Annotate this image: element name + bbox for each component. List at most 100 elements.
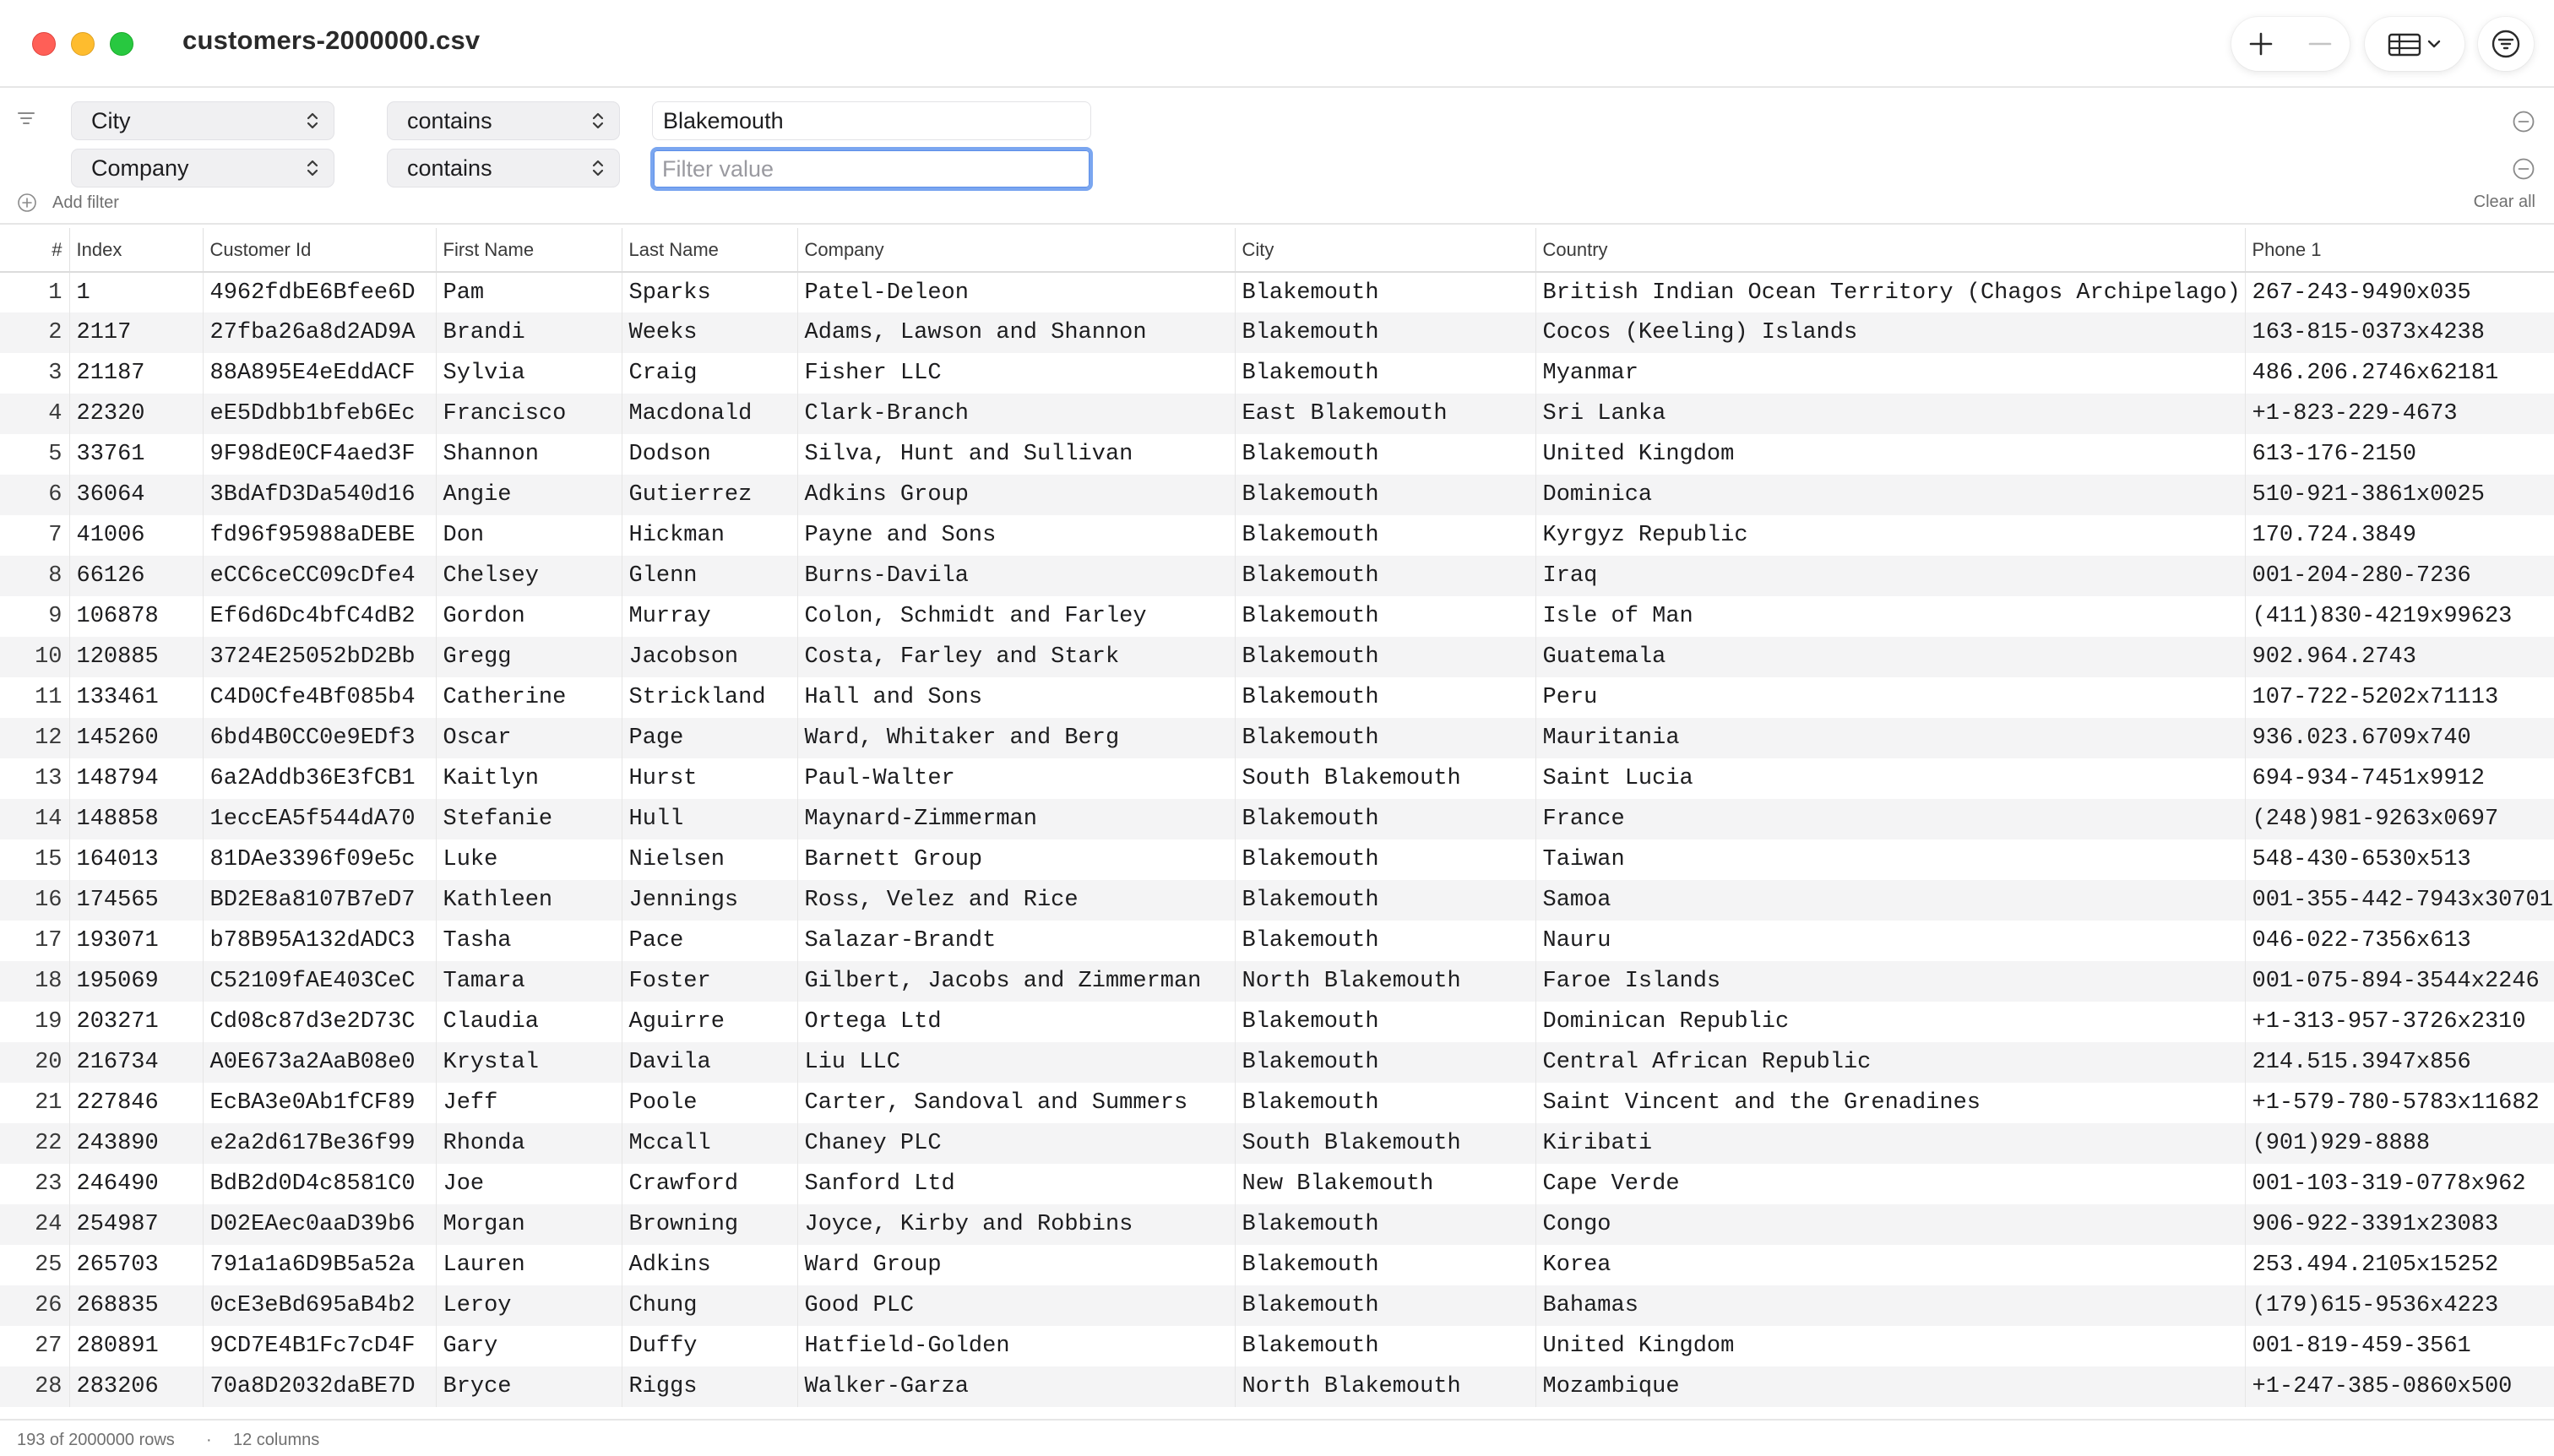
table-cell[interactable]: Bahamas <box>1535 1285 2246 1326</box>
table-cell[interactable]: Sparks <box>622 272 798 312</box>
table-cell[interactable]: Burns-Davila <box>797 556 1236 596</box>
table-cell[interactable]: Faroe Islands <box>1535 961 2246 1002</box>
filter-value-input[interactable] <box>652 101 1091 140</box>
table-cell[interactable]: 791a1a6D9B5a52a <box>203 1245 437 1285</box>
table-cell[interactable]: 9F98dE0CF4aed3F <box>203 434 437 475</box>
table-cell[interactable]: Chung <box>622 1285 798 1326</box>
table-cell[interactable]: Nauru <box>1535 921 2246 961</box>
table-cell[interactable]: C4D0Cfe4Bf085b4 <box>203 677 437 718</box>
filter-field-select[interactable]: Company <box>71 149 334 187</box>
table-cell[interactable]: North Blakemouth <box>1235 961 1536 1002</box>
table-cell[interactable]: Costa, Farley and Stark <box>797 637 1236 677</box>
table-row[interactable]: 27 280891 9CD7E4B1Fc7cD4F Gary Duffy Hatfield… <box>0 1326 2554 1366</box>
table-cell[interactable]: Blakemouth <box>1235 515 1536 556</box>
table-cell[interactable]: +1-313-957-3726x2310 <box>2245 1002 2554 1042</box>
table-cell[interactable]: Krystal <box>436 1042 622 1083</box>
table-cell[interactable]: Francisco <box>436 394 622 434</box>
table-cell[interactable]: Don <box>436 515 622 556</box>
table-cell[interactable]: 170.724.3849 <box>2245 515 2554 556</box>
table-cell[interactable]: Ef6d6Dc4bfC4dB2 <box>203 596 437 637</box>
table-cell[interactable]: 694-934-7451x9912 <box>2245 758 2554 799</box>
row-number[interactable]: 7 <box>0 515 70 556</box>
table-cell[interactable]: Blakemouth <box>1235 1245 1536 1285</box>
table-cell[interactable]: East Blakemouth <box>1235 394 1536 434</box>
table-row[interactable]: 2 2117 27fba26a8d2AD9A Brandi Weeks Adams, La… <box>0 312 2554 353</box>
table-cell[interactable]: Bryce <box>436 1366 622 1407</box>
table-cell[interactable]: Adkins Group <box>797 475 1236 515</box>
table-cell[interactable]: Payne and Sons <box>797 515 1236 556</box>
table-cell[interactable]: 548-430-6530x513 <box>2245 839 2554 880</box>
table-cell[interactable]: 3724E25052bD2Bb <box>203 637 437 677</box>
table-cell[interactable]: Jeff <box>436 1083 622 1123</box>
table-cell[interactable]: Blakemouth <box>1235 921 1536 961</box>
table-cell[interactable]: Isle of Man <box>1535 596 2246 637</box>
table-cell[interactable]: Riggs <box>622 1366 798 1407</box>
remove-row-button[interactable] <box>2290 17 2350 71</box>
column-header[interactable]: # <box>0 228 70 273</box>
table-cell[interactable]: Dodson <box>622 434 798 475</box>
table-cell[interactable]: Taiwan <box>1535 839 2246 880</box>
column-header[interactable]: Country <box>1535 228 2246 273</box>
table-cell[interactable]: Brandi <box>436 312 622 353</box>
table-cell[interactable]: 001-103-319-0778x962 <box>2245 1164 2554 1204</box>
column-header[interactable]: Customer Id <box>203 228 437 273</box>
table-cell[interactable]: Poole <box>622 1083 798 1123</box>
table-cell[interactable]: Strickland <box>622 677 798 718</box>
table-cell[interactable]: Macdonald <box>622 394 798 434</box>
clear-all-button[interactable]: Clear all <box>2474 193 2535 212</box>
table-cell[interactable]: Blakemouth <box>1235 1326 1536 1366</box>
table-cell[interactable]: Jennings <box>622 880 798 921</box>
table-cell[interactable]: Fisher LLC <box>797 353 1236 394</box>
table-cell[interactable]: Dominica <box>1535 475 2246 515</box>
table-cell[interactable]: Blakemouth <box>1235 434 1536 475</box>
table-cell[interactable]: Claudia <box>436 1002 622 1042</box>
table-cell[interactable]: Tamara <box>436 961 622 1002</box>
table-cell[interactable]: Guatemala <box>1535 637 2246 677</box>
table-cell[interactable]: 33761 <box>69 434 204 475</box>
table-cell[interactable]: 66126 <box>69 556 204 596</box>
table-cell[interactable]: D02EAec0aaD39b6 <box>203 1204 437 1245</box>
table-cell[interactable]: Hall and Sons <box>797 677 1236 718</box>
table-cell[interactable]: Blakemouth <box>1235 556 1536 596</box>
table-cell[interactable]: Patel-Deleon <box>797 272 1236 312</box>
table-cell[interactable]: (248)981-9263x0697 <box>2245 799 2554 839</box>
table-cell[interactable]: Congo <box>1535 1204 2246 1245</box>
column-header[interactable]: City <box>1235 228 1536 273</box>
table-cell[interactable]: Oscar <box>436 718 622 758</box>
table-cell[interactable]: Kyrgyz Republic <box>1535 515 2246 556</box>
table-cell[interactable]: Ortega Ltd <box>797 1002 1236 1042</box>
table-row[interactable]: 23 246490 BdB2d0D4c8581C0 Joe Crawford Sanfor… <box>0 1164 2554 1204</box>
table-cell[interactable]: Clark-Branch <box>797 394 1236 434</box>
remove-filter-button[interactable] <box>2512 157 2535 185</box>
filter-operator-select[interactable]: contains <box>387 101 620 140</box>
table-cell[interactable]: Sri Lanka <box>1535 394 2246 434</box>
table-cell[interactable]: Angie <box>436 475 622 515</box>
close-window-button[interactable] <box>32 32 56 56</box>
table-row[interactable]: 17 193071 b78B95A132dADC3 Tasha Pace Salazar-… <box>0 921 2554 961</box>
row-number[interactable]: 24 <box>0 1204 70 1245</box>
table-cell[interactable]: Blakemouth <box>1235 677 1536 718</box>
table-cell[interactable]: +1-579-780-5783x11682 <box>2245 1083 2554 1123</box>
table-cell[interactable]: Blakemouth <box>1235 596 1536 637</box>
table-cell[interactable]: Browning <box>622 1204 798 1245</box>
table-cell[interactable]: 902.964.2743 <box>2245 637 2554 677</box>
row-number[interactable]: 18 <box>0 961 70 1002</box>
table-cell[interactable]: Myanmar <box>1535 353 2246 394</box>
row-number[interactable]: 3 <box>0 353 70 394</box>
table-cell[interactable]: Iraq <box>1535 556 2246 596</box>
row-number[interactable]: 10 <box>0 637 70 677</box>
table-cell[interactable]: 106878 <box>69 596 204 637</box>
table-cell[interactable]: +1-823-229-4673 <box>2245 394 2554 434</box>
row-number[interactable]: 15 <box>0 839 70 880</box>
table-row[interactable]: 24 254987 D02EAec0aaD39b6 Morgan Browning Joy… <box>0 1204 2554 1245</box>
table-cell[interactable]: Hickman <box>622 515 798 556</box>
table-cell[interactable]: Blakemouth <box>1235 637 1536 677</box>
table-cell[interactable]: Carter, Sandoval and Summers <box>797 1083 1236 1123</box>
minimize-window-button[interactable] <box>71 32 95 56</box>
table-cell[interactable]: 936.023.6709x740 <box>2245 718 2554 758</box>
table-row[interactable]: 26 268835 0cE3eBd695aB4b2 Leroy Chung Good PL… <box>0 1285 2554 1326</box>
table-cell[interactable]: Pace <box>622 921 798 961</box>
table-cell[interactable]: North Blakemouth <box>1235 1366 1536 1407</box>
table-row[interactable]: 22 243890 e2a2d617Be36f99 Rhonda Mccall Chane… <box>0 1123 2554 1164</box>
table-cell[interactable]: Hull <box>622 799 798 839</box>
